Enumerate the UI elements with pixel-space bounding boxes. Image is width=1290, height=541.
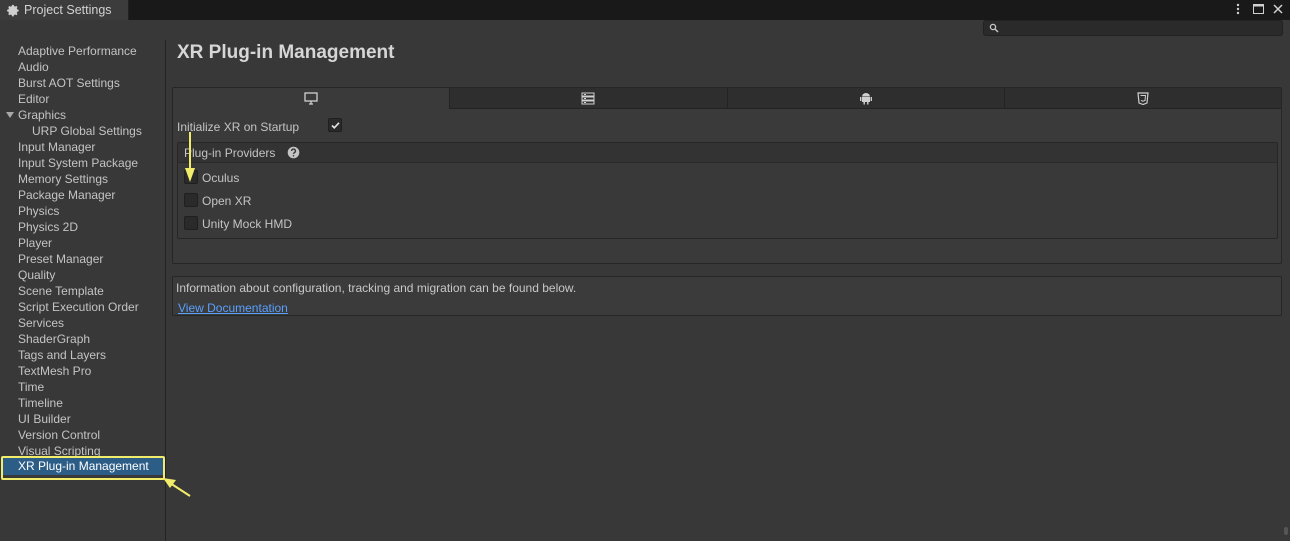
sidebar-item-input-manager[interactable]: Input Manager	[18, 139, 95, 155]
info-box: Information about configuration, trackin…	[172, 276, 1282, 316]
main-panel: XR Plug-in Management Initialize XR on S…	[167, 40, 1290, 541]
sidebar-item-graphics[interactable]: Graphics	[18, 107, 66, 123]
sidebar-item-preset-manager[interactable]: Preset Manager	[18, 251, 103, 267]
gear-icon	[7, 4, 19, 16]
sidebar-item-shadergraph[interactable]: ShaderGraph	[18, 331, 90, 347]
foldout-expanded-icon[interactable]	[5, 110, 15, 120]
search-input[interactable]	[983, 20, 1283, 36]
highlight-frame	[1, 456, 165, 480]
sidebar-item-ui-builder[interactable]: UI Builder	[18, 411, 71, 427]
android-icon	[859, 92, 872, 104]
sidebar-item-physics[interactable]: Physics	[18, 203, 59, 219]
sidebar-item-version-control[interactable]: Version Control	[18, 427, 100, 443]
sidebar-item-audio[interactable]: Audio	[18, 59, 49, 75]
search-icon	[989, 23, 999, 33]
page-title: XR Plug-in Management	[177, 42, 395, 63]
openxr-checkbox[interactable]	[184, 193, 198, 207]
server-icon	[581, 92, 595, 104]
sidebar-item-player[interactable]: Player	[18, 235, 52, 251]
annotation-arrow-left-icon	[163, 478, 191, 497]
resize-handle[interactable]	[1284, 527, 1288, 535]
sidebar-item-quality[interactable]: Quality	[18, 267, 55, 283]
maximize-icon[interactable]	[1252, 2, 1264, 16]
html5-icon	[1137, 91, 1149, 105]
tab-webgl[interactable]	[1004, 88, 1281, 109]
tab-android[interactable]	[727, 88, 1005, 109]
tab-server[interactable]	[450, 88, 728, 109]
initialize-xr-checkbox[interactable]	[328, 118, 342, 132]
more-icon[interactable]	[1232, 2, 1244, 16]
sidebar-item-urp-global-settings[interactable]: URP Global Settings	[32, 123, 142, 139]
sidebar-item-scene-template[interactable]: Scene Template	[18, 283, 104, 299]
desktop-icon	[304, 92, 318, 105]
checkmark-icon	[331, 122, 340, 129]
sidebar-item-timeline[interactable]: Timeline	[18, 395, 63, 411]
window-tab-title: Project Settings	[24, 3, 112, 17]
sidebar-item-textmesh-pro[interactable]: TextMesh Pro	[18, 363, 91, 379]
sidebar-item-editor[interactable]: Editor	[18, 91, 49, 107]
sidebar-item-input-system-package[interactable]: Input System Package	[18, 155, 138, 171]
unity-mock-hmd-checkbox[interactable]	[184, 216, 198, 230]
platform-tabs	[173, 88, 1281, 109]
sidebar-item-adaptive-performance[interactable]: Adaptive Performance	[18, 43, 137, 59]
tab-desktop[interactable]	[173, 88, 451, 109]
sidebar-item-script-execution-order[interactable]: Script Execution Order	[18, 299, 139, 315]
sidebar-item-memory-settings[interactable]: Memory Settings	[18, 171, 108, 187]
sidebar-item-services[interactable]: Services	[18, 315, 64, 331]
plugin-providers-box: Plug-in Providers Oculus Open XR Unity M…	[177, 142, 1278, 239]
plugin-providers-header: Plug-in Providers	[178, 143, 1277, 163]
provider-oculus-label: Oculus	[202, 171, 240, 185]
help-icon[interactable]	[287, 146, 300, 159]
sidebar-item-tags-and-layers[interactable]: Tags and Layers	[18, 347, 106, 363]
sidebar-item-package-manager[interactable]: Package Manager	[18, 187, 115, 203]
close-icon[interactable]	[1272, 2, 1284, 16]
window-tab-bar: Project Settings	[0, 0, 1290, 20]
sidebar-item-burst-aot-settings[interactable]: Burst AOT Settings	[18, 75, 120, 91]
sidebar-item-time[interactable]: Time	[18, 379, 44, 395]
info-text: Information about configuration, trackin…	[176, 281, 577, 295]
project-settings-tab[interactable]: Project Settings	[0, 0, 129, 20]
platform-settings-box: Initialize XR on Startup Plug-in Provide…	[172, 87, 1282, 264]
annotation-arrow-down-icon	[185, 132, 195, 182]
provider-openxr-label: Open XR	[202, 194, 252, 208]
plugin-providers-title: Plug-in Providers	[184, 146, 276, 160]
provider-mock-hmd-label: Unity Mock HMD	[202, 217, 293, 231]
view-documentation-link[interactable]: View Documentation	[178, 301, 288, 315]
sidebar-item-physics-2d[interactable]: Physics 2D	[18, 219, 78, 235]
